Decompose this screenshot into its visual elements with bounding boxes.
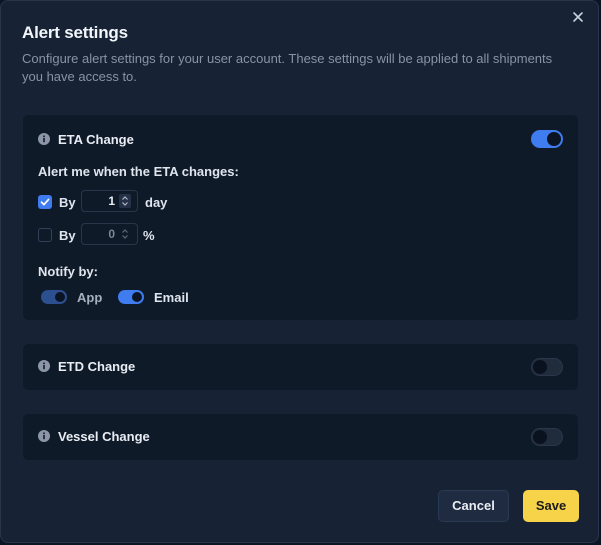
percent-unit: % [143,228,155,243]
etd-change-title: ETD Change [58,359,136,374]
notify-email-toggle[interactable] [118,290,144,304]
eta-change-card: ETA Change Alert me when the ETA changes… [23,115,578,320]
eta-change-title: ETA Change [58,132,134,147]
percent-spin-buttons[interactable] [119,227,131,241]
by-days-label: By [59,195,76,210]
vessel-change-card: Vessel Change [23,414,578,460]
notify-email-label: Email [154,290,189,305]
notify-app-label: App [77,290,103,305]
by-percent-label: By [59,228,76,243]
chevron-up-down-icon [122,196,128,206]
cancel-button[interactable]: Cancel [438,490,509,522]
dialog-description: Configure alert settings for your user a… [22,51,553,84]
toggle-knob [533,360,547,374]
dialog-title: Alert settings [22,23,128,42]
info-icon [38,360,50,372]
notify-heading: Notify by: [38,264,98,279]
eta-change-toggle[interactable] [531,130,563,148]
toggle-knob [132,292,142,302]
alert-heading: Alert me when the ETA changes: [38,164,239,179]
by-days-checkbox[interactable] [38,195,52,209]
close-icon[interactable] [570,10,586,26]
checkmark-icon [40,198,50,206]
chevron-up-down-icon [122,229,128,239]
vessel-change-toggle[interactable] [531,428,563,446]
notify-app-toggle[interactable] [41,290,67,304]
close-icon-glyph [573,12,583,22]
etd-change-card: ETD Change [23,344,578,390]
days-unit: day [145,195,168,210]
days-spin-buttons[interactable] [119,194,131,208]
save-button[interactable]: Save [523,490,579,522]
toggle-knob [533,430,547,444]
etd-change-toggle[interactable] [531,358,563,376]
days-stepper[interactable]: 1 [81,190,138,212]
by-percent-checkbox[interactable] [38,228,52,242]
percent-stepper[interactable]: 0 [81,223,138,245]
info-icon [38,430,50,442]
info-icon [38,133,50,145]
toggle-knob [547,132,561,146]
alert-settings-dialog: Alert settings Configure alert settings … [0,0,599,543]
days-value: 1 [108,194,115,208]
vessel-change-title: Vessel Change [58,429,150,444]
percent-value: 0 [108,227,115,241]
toggle-knob [55,292,65,302]
